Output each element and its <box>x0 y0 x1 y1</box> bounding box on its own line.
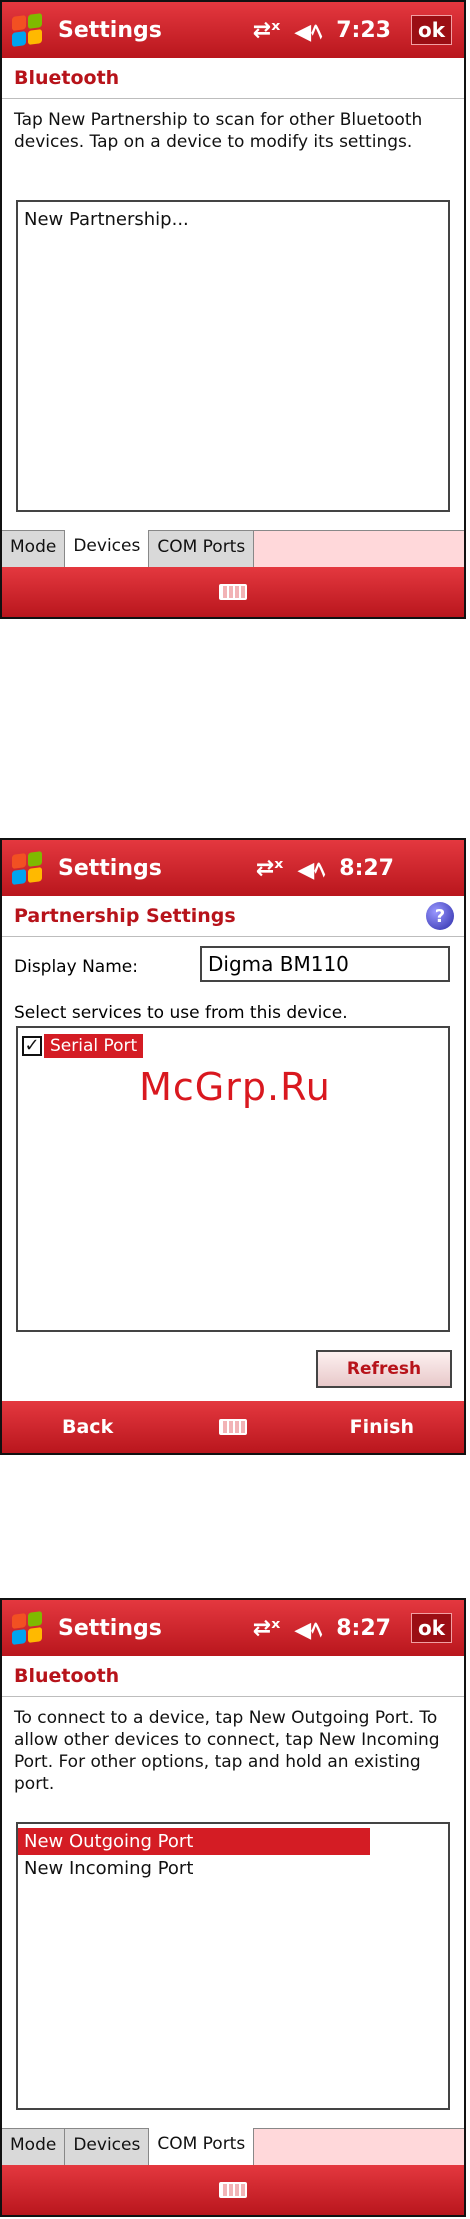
help-icon[interactable]: ? <box>426 902 454 930</box>
clock[interactable]: 7:23 <box>336 18 391 43</box>
status-area: ⇄ˣ ◀ﾍ 7:23 ok <box>253 14 452 46</box>
instructions-text: Tap New Partnership to scan for other Bl… <box>14 110 423 152</box>
windows-start-icon[interactable] <box>8 848 48 888</box>
connectivity-icon[interactable]: ⇄ˣ <box>253 1616 281 1641</box>
app-title: Settings <box>58 17 162 43</box>
keyboard-icon[interactable] <box>219 1419 247 1435</box>
speaker-icon[interactable]: ◀ﾍ <box>297 852 325 884</box>
connectivity-icon[interactable]: ⇄ˣ <box>253 18 281 43</box>
tab-bar: Mode Devices COM Ports <box>2 530 464 567</box>
service-item-serial-port[interactable]: ✓ Serial Port <box>18 1028 448 1064</box>
page-heading: Bluetooth <box>2 58 464 99</box>
tab-bar: Mode Devices COM Ports <box>2 2128 464 2165</box>
screen-bluetooth-devices: Settings ⇄ˣ ◀ﾍ 7:23 ok Bluetooth Tap New… <box>0 0 466 619</box>
app-title: Settings <box>58 1615 162 1641</box>
watermark: McGrp.Ru <box>139 1065 331 1109</box>
tab-devices[interactable]: Devices <box>65 2129 150 2165</box>
page-heading-text: Partnership Settings <box>14 905 236 927</box>
menu-bar <box>2 2165 464 2215</box>
serial-port-checkbox[interactable]: ✓ <box>22 1036 42 1056</box>
tab-bar-fill <box>254 2129 464 2165</box>
service-label: Serial Port <box>44 1034 144 1058</box>
list-item-new-partnership[interactable]: New Partnership... <box>18 206 448 233</box>
clock[interactable]: 8:27 <box>336 1616 391 1641</box>
windows-start-icon[interactable] <box>8 10 48 50</box>
keyboard-icon[interactable] <box>219 2182 247 2198</box>
tab-mode[interactable]: Mode <box>2 531 66 567</box>
device-list[interactable]: New Partnership... <box>16 200 450 512</box>
display-name-label: Display Name: <box>14 957 138 977</box>
title-bar: Settings ⇄ˣ ◀ﾍ 8:27 <box>2 840 464 896</box>
connectivity-icon[interactable]: ⇄ˣ <box>256 856 284 881</box>
title-bar: Settings ⇄ˣ ◀ﾍ 7:23 ok <box>2 2 464 58</box>
page-heading: Bluetooth <box>2 1656 464 1697</box>
ok-button[interactable]: ok <box>410 15 452 45</box>
list-item-new-incoming-port[interactable]: New Incoming Port <box>18 1855 448 1882</box>
instructions-text: To connect to a device, tap New Outgoing… <box>14 1708 440 1794</box>
menu-bar <box>2 567 464 617</box>
tab-mode[interactable]: Mode <box>2 2129 66 2165</box>
list-item-new-outgoing-port[interactable]: New Outgoing Port <box>18 1828 370 1855</box>
status-area: ⇄ˣ ◀ﾍ 8:27 ok <box>253 1612 452 1644</box>
status-area: ⇄ˣ ◀ﾍ 8:27 <box>256 852 394 884</box>
back-softkey[interactable]: Back <box>62 1416 113 1438</box>
clock[interactable]: 8:27 <box>339 856 394 881</box>
ok-button[interactable]: ok <box>410 1613 452 1643</box>
screen-partnership-settings: Settings ⇄ˣ ◀ﾍ 8:27 Partnership Settings… <box>0 838 466 1455</box>
title-bar: Settings ⇄ˣ ◀ﾍ 8:27 ok <box>2 1600 464 1656</box>
windows-start-icon[interactable] <box>8 1608 48 1648</box>
port-list[interactable]: New Outgoing Port New Incoming Port <box>16 1822 450 2110</box>
speaker-icon[interactable]: ◀ﾍ <box>294 14 322 46</box>
tab-com-ports[interactable]: COM Ports <box>149 531 255 567</box>
keyboard-icon[interactable] <box>219 584 247 600</box>
services-label: Select services to use from this device. <box>14 1003 348 1023</box>
tab-com-ports[interactable]: COM Ports <box>149 2128 255 2165</box>
finish-softkey[interactable]: Finish <box>350 1416 414 1438</box>
speaker-icon[interactable]: ◀ﾍ <box>294 1612 322 1644</box>
page-heading: Partnership Settings ? <box>2 896 464 937</box>
screen-bluetooth-com-ports: Settings ⇄ˣ ◀ﾍ 8:27 ok Bluetooth To conn… <box>0 1598 466 2217</box>
tab-bar-fill <box>254 531 464 567</box>
display-name-input[interactable]: Digma BM110 <box>200 946 450 982</box>
refresh-button[interactable]: Refresh <box>316 1350 452 1388</box>
app-title: Settings <box>58 855 162 881</box>
tab-devices[interactable]: Devices <box>65 530 150 567</box>
display-name-row: Display Name: Digma BM110 <box>2 937 464 987</box>
menu-bar: Back Finish <box>2 1401 464 1453</box>
